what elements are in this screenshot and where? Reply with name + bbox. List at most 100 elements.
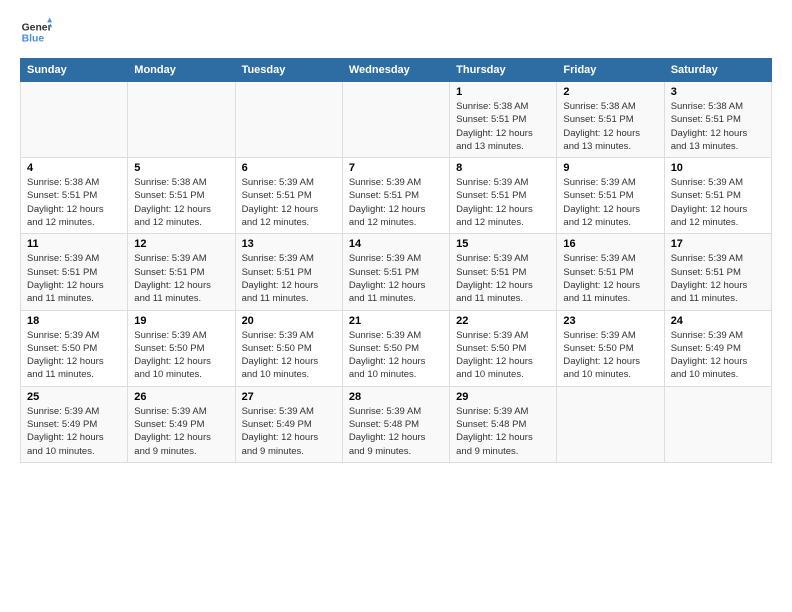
calendar-cell: 16 Sunrise: 5:39 AM Sunset: 5:51 PM Dayli… (557, 234, 664, 310)
calendar-cell: 5 Sunrise: 5:38 AM Sunset: 5:51 PM Daylig… (128, 158, 235, 234)
day-info: Sunrise: 5:39 AM Sunset: 5:51 PM Dayligh… (456, 252, 550, 305)
day-number: 9 (563, 162, 657, 174)
header-cell-monday: Monday (128, 59, 235, 82)
header-cell-friday: Friday (557, 59, 664, 82)
week-row-4: 18Sunrise: 5:39 AM Sunset: 5:50 PM Dayli… (21, 310, 772, 386)
calendar-cell: 9 Sunrise: 5:39 AM Sunset: 5:51 PM Daylig… (557, 158, 664, 234)
day-info: Sunrise: 5:39 AM Sunset: 5:51 PM Dayligh… (671, 176, 765, 229)
day-number: 15 (456, 238, 550, 250)
calendar-cell: 17Sunrise: 5:39 AM Sunset: 5:51 PM Dayli… (664, 234, 771, 310)
day-number: 26 (134, 391, 228, 403)
day-info: Sunrise: 5:38 AM Sunset: 5:51 PM Dayligh… (563, 100, 657, 153)
day-info: Sunrise: 5:39 AM Sunset: 5:51 PM Dayligh… (349, 176, 443, 229)
calendar-cell: 3 Sunrise: 5:38 AM Sunset: 5:51 PM Daylig… (664, 82, 771, 158)
day-info: Sunrise: 5:39 AM Sunset: 5:51 PM Dayligh… (456, 176, 550, 229)
week-row-5: 25 Sunrise: 5:39 AM Sunset: 5:49 PM Dayli… (21, 386, 772, 462)
svg-text:General: General (22, 22, 52, 33)
header-cell-saturday: Saturday (664, 59, 771, 82)
day-info: Sunrise: 5:39 AM Sunset: 5:50 PM Dayligh… (456, 329, 550, 382)
day-number: 23 (563, 315, 657, 327)
day-info: Sunrise: 5:39 AM Sunset: 5:50 PM Dayligh… (349, 329, 443, 382)
day-info: Sunrise: 5:39 AM Sunset: 5:51 PM Dayligh… (671, 252, 765, 305)
day-number: 7 (349, 162, 443, 174)
calendar-cell: 8 Sunrise: 5:39 AM Sunset: 5:51 PM Daylig… (450, 158, 557, 234)
day-info: Sunrise: 5:39 AM Sunset: 5:51 PM Dayligh… (242, 252, 336, 305)
day-info: Sunrise: 5:38 AM Sunset: 5:51 PM Dayligh… (456, 100, 550, 153)
calendar-cell: 19Sunrise: 5:39 AM Sunset: 5:50 PM Dayli… (128, 310, 235, 386)
day-number: 24 (671, 315, 765, 327)
calendar-cell: 20 Sunrise: 5:39 AM Sunset: 5:50 PM Dayli… (235, 310, 342, 386)
header-cell-thursday: Thursday (450, 59, 557, 82)
day-info: Sunrise: 5:39 AM Sunset: 5:51 PM Dayligh… (349, 252, 443, 305)
day-number: 12 (134, 238, 228, 250)
day-number: 11 (27, 238, 121, 250)
calendar-cell: 6 Sunrise: 5:39 AM Sunset: 5:51 PM Daylig… (235, 158, 342, 234)
day-info: Sunrise: 5:39 AM Sunset: 5:51 PM Dayligh… (242, 176, 336, 229)
day-info: Sunrise: 5:39 AM Sunset: 5:51 PM Dayligh… (563, 176, 657, 229)
logo-icon: General Blue (20, 16, 52, 48)
calendar-header-row: SundayMondayTuesdayWednesdayThursdayFrid… (21, 59, 772, 82)
calendar-cell: 18Sunrise: 5:39 AM Sunset: 5:50 PM Dayli… (21, 310, 128, 386)
day-number: 27 (242, 391, 336, 403)
header-cell-sunday: Sunday (21, 59, 128, 82)
calendar-cell (21, 82, 128, 158)
calendar-cell: 15 Sunrise: 5:39 AM Sunset: 5:51 PM Dayli… (450, 234, 557, 310)
day-info: Sunrise: 5:39 AM Sunset: 5:49 PM Dayligh… (671, 329, 765, 382)
calendar-cell: 1 Sunrise: 5:38 AM Sunset: 5:51 PM Daylig… (450, 82, 557, 158)
day-info: Sunrise: 5:39 AM Sunset: 5:49 PM Dayligh… (134, 405, 228, 458)
day-info: Sunrise: 5:38 AM Sunset: 5:51 PM Dayligh… (27, 176, 121, 229)
svg-text:Blue: Blue (22, 34, 45, 45)
day-number: 20 (242, 315, 336, 327)
day-number: 13 (242, 238, 336, 250)
day-number: 16 (563, 238, 657, 250)
calendar-cell: 22 Sunrise: 5:39 AM Sunset: 5:50 PM Dayli… (450, 310, 557, 386)
header-cell-tuesday: Tuesday (235, 59, 342, 82)
calendar-cell (235, 82, 342, 158)
calendar-cell (342, 82, 449, 158)
day-number: 21 (349, 315, 443, 327)
day-info: Sunrise: 5:39 AM Sunset: 5:48 PM Dayligh… (456, 405, 550, 458)
header-cell-wednesday: Wednesday (342, 59, 449, 82)
calendar-cell: 7 Sunrise: 5:39 AM Sunset: 5:51 PM Daylig… (342, 158, 449, 234)
header: General Blue (20, 16, 772, 48)
day-number: 22 (456, 315, 550, 327)
day-number: 3 (671, 86, 765, 98)
day-number: 29 (456, 391, 550, 403)
week-row-3: 11 Sunrise: 5:39 AM Sunset: 5:51 PM Dayli… (21, 234, 772, 310)
calendar-cell: 10 Sunrise: 5:39 AM Sunset: 5:51 PM Dayli… (664, 158, 771, 234)
day-number: 28 (349, 391, 443, 403)
calendar-cell (557, 386, 664, 462)
day-number: 5 (134, 162, 228, 174)
day-info: Sunrise: 5:39 AM Sunset: 5:51 PM Dayligh… (563, 252, 657, 305)
day-info: Sunrise: 5:38 AM Sunset: 5:51 PM Dayligh… (671, 100, 765, 153)
day-number: 1 (456, 86, 550, 98)
calendar-cell: 23 Sunrise: 5:39 AM Sunset: 5:50 PM Dayli… (557, 310, 664, 386)
day-info: Sunrise: 5:39 AM Sunset: 5:50 PM Dayligh… (563, 329, 657, 382)
calendar-cell: 4 Sunrise: 5:38 AM Sunset: 5:51 PM Daylig… (21, 158, 128, 234)
day-info: Sunrise: 5:39 AM Sunset: 5:50 PM Dayligh… (242, 329, 336, 382)
day-number: 4 (27, 162, 121, 174)
week-row-1: 1 Sunrise: 5:38 AM Sunset: 5:51 PM Daylig… (21, 82, 772, 158)
week-row-2: 4 Sunrise: 5:38 AM Sunset: 5:51 PM Daylig… (21, 158, 772, 234)
calendar-cell (128, 82, 235, 158)
calendar-cell: 29 Sunrise: 5:39 AM Sunset: 5:48 PM Dayli… (450, 386, 557, 462)
day-number: 10 (671, 162, 765, 174)
day-info: Sunrise: 5:39 AM Sunset: 5:49 PM Dayligh… (242, 405, 336, 458)
calendar-cell: 27 Sunrise: 5:39 AM Sunset: 5:49 PM Dayli… (235, 386, 342, 462)
day-info: Sunrise: 5:39 AM Sunset: 5:51 PM Dayligh… (27, 252, 121, 305)
day-number: 2 (563, 86, 657, 98)
calendar-cell: 11 Sunrise: 5:39 AM Sunset: 5:51 PM Dayli… (21, 234, 128, 310)
day-number: 25 (27, 391, 121, 403)
calendar-cell: 13 Sunrise: 5:39 AM Sunset: 5:51 PM Dayli… (235, 234, 342, 310)
day-info: Sunrise: 5:39 AM Sunset: 5:50 PM Dayligh… (134, 329, 228, 382)
calendar-cell (664, 386, 771, 462)
calendar-cell: 12 Sunrise: 5:39 AM Sunset: 5:51 PM Dayli… (128, 234, 235, 310)
page-container: General Blue SundayMondayTuesdayWednesda… (0, 0, 792, 473)
day-info: Sunrise: 5:38 AM Sunset: 5:51 PM Dayligh… (134, 176, 228, 229)
day-info: Sunrise: 5:39 AM Sunset: 5:51 PM Dayligh… (134, 252, 228, 305)
day-number: 8 (456, 162, 550, 174)
calendar-table: SundayMondayTuesdayWednesdayThursdayFrid… (20, 58, 772, 463)
logo: General Blue (20, 16, 52, 48)
day-number: 6 (242, 162, 336, 174)
calendar-cell: 2 Sunrise: 5:38 AM Sunset: 5:51 PM Daylig… (557, 82, 664, 158)
